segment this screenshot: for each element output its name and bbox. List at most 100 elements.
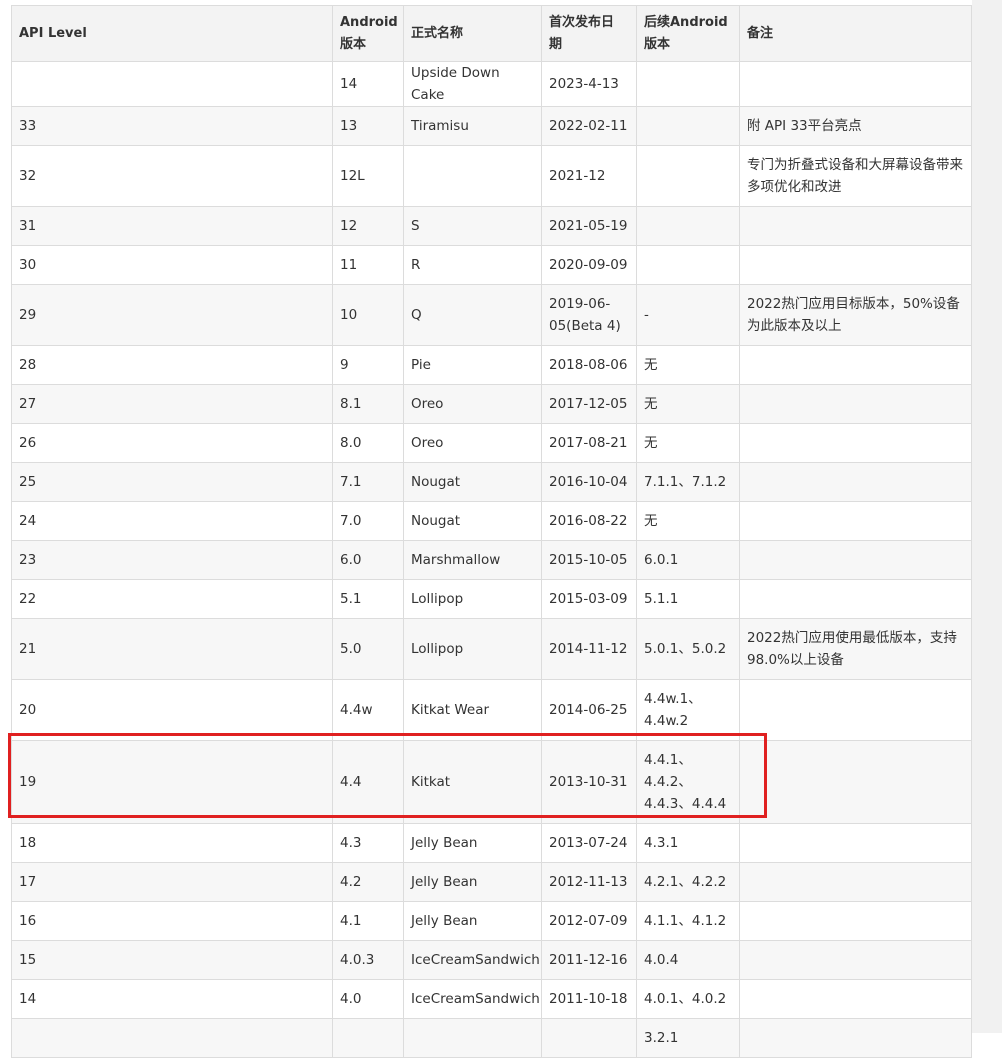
table-row: 14 Upside Down Cake 2023-4-13 xyxy=(11,61,972,107)
table-row: 28 9 Pie 2018-08-06 无 xyxy=(11,345,972,385)
cell-official-name: Nougat xyxy=(403,501,542,541)
cell-later-versions: - xyxy=(636,284,740,346)
cell-android-version: 12 xyxy=(332,206,404,246)
table-header-row: API Level Android 版本 正式名称 首次发布日 期 后续Andr… xyxy=(11,5,972,62)
cell-official-name: Q xyxy=(403,284,542,346)
table-row: 3.2.1 xyxy=(11,1018,972,1058)
cell-android-version: 9 xyxy=(332,345,404,385)
cell-official-name: IceCreamSandwich xyxy=(403,940,542,980)
cell-official-name xyxy=(403,145,542,207)
cell-notes xyxy=(739,579,972,619)
cell-later-versions: 无 xyxy=(636,501,740,541)
table-row: 27 8.1 Oreo 2017-12-05 无 xyxy=(11,384,972,424)
cell-official-name: R xyxy=(403,245,542,285)
cell-release-date: 2017-08-21 xyxy=(541,423,637,463)
cell-release-date: 2019-06-05(Beta 4) xyxy=(541,284,637,346)
cell-api-level: 21 xyxy=(11,618,333,680)
cell-notes: 2022热门应用目标版本，50%设备为此版本及以上 xyxy=(739,284,972,346)
cell-notes: 专门为折叠式设备和大屏幕设备带来多项优化和改进 xyxy=(739,145,972,207)
cell-official-name: Jelly Bean xyxy=(403,823,542,863)
cell-release-date: 2011-10-18 xyxy=(541,979,637,1019)
cell-android-version: 4.4w xyxy=(332,679,404,741)
cell-android-version: 4.3 xyxy=(332,823,404,863)
table-row: 18 4.3 Jelly Bean 2013-07-24 4.3.1 xyxy=(11,823,972,863)
cell-api-level: 30 xyxy=(11,245,333,285)
scrollbar-track[interactable] xyxy=(972,0,1002,1033)
cell-notes xyxy=(739,901,972,941)
cell-android-version: 10 xyxy=(332,284,404,346)
cell-release-date: 2022-02-11 xyxy=(541,106,637,146)
table-row: 30 11 R 2020-09-09 xyxy=(11,245,972,285)
cell-later-versions xyxy=(636,206,740,246)
cell-android-version: 11 xyxy=(332,245,404,285)
cell-notes xyxy=(739,1018,972,1058)
cell-later-versions: 3.2.1 xyxy=(636,1018,740,1058)
table-row: 19 4.4 Kitkat 2013-10-31 4.4.1、4.4.2、4.4.3、4… xyxy=(11,740,972,824)
cell-later-versions xyxy=(636,245,740,285)
cell-api-level: 26 xyxy=(11,423,333,463)
cell-later-versions: 4.4.1、4.4.2、4.4.3、4.4.4 xyxy=(636,740,740,824)
table-row: 32 12L 2021-12 专门为折叠式设备和大屏幕设备带来多项优化和改进 xyxy=(11,145,972,207)
cell-api-level: 18 xyxy=(11,823,333,863)
cell-api-level: 19 xyxy=(11,740,333,824)
cell-api-level xyxy=(11,61,333,107)
cell-api-level: 14 xyxy=(11,979,333,1019)
cell-later-versions: 4.0.1、4.0.2 xyxy=(636,979,740,1019)
header-release-date: 首次发布日 期 xyxy=(541,5,637,62)
cell-release-date: 2021-05-19 xyxy=(541,206,637,246)
cell-official-name: Lollipop xyxy=(403,618,542,680)
cell-android-version: 13 xyxy=(332,106,404,146)
cell-release-date: 2015-03-09 xyxy=(541,579,637,619)
cell-official-name xyxy=(403,1018,542,1058)
cell-android-version: 8.0 xyxy=(332,423,404,463)
cell-later-versions xyxy=(636,106,740,146)
cell-official-name: Kitkat xyxy=(403,740,542,824)
android-api-table: API Level Android 版本 正式名称 首次发布日 期 后续Andr… xyxy=(11,5,972,1058)
cell-release-date: 2013-10-31 xyxy=(541,740,637,824)
cell-api-level xyxy=(11,1018,333,1058)
cell-official-name: Tiramisu xyxy=(403,106,542,146)
cell-release-date: 2012-07-09 xyxy=(541,901,637,941)
header-android-version: Android 版本 xyxy=(332,5,404,62)
cell-android-version: 4.0.3 xyxy=(332,940,404,980)
cell-api-level: 29 xyxy=(11,284,333,346)
cell-official-name: Oreo xyxy=(403,423,542,463)
cell-official-name: Nougat xyxy=(403,462,542,502)
cell-later-versions: 7.1.1、7.1.2 xyxy=(636,462,740,502)
cell-notes xyxy=(739,61,972,107)
cell-android-version: 4.1 xyxy=(332,901,404,941)
cell-official-name: Oreo xyxy=(403,384,542,424)
table-row: 14 4.0 IceCreamSandwich 2011-10-18 4.0.1、4.0… xyxy=(11,979,972,1019)
cell-later-versions: 无 xyxy=(636,423,740,463)
cell-release-date: 2023-4-13 xyxy=(541,61,637,107)
cell-notes xyxy=(739,345,972,385)
table-row: 26 8.0 Oreo 2017-08-21 无 xyxy=(11,423,972,463)
cell-android-version: 5.1 xyxy=(332,579,404,619)
cell-api-level: 20 xyxy=(11,679,333,741)
cell-notes: 2022热门应用使用最低版本，支持98.0%以上设备 xyxy=(739,618,972,680)
cell-official-name: Pie xyxy=(403,345,542,385)
cell-later-versions: 5.1.1 xyxy=(636,579,740,619)
cell-api-level: 15 xyxy=(11,940,333,980)
cell-notes xyxy=(739,501,972,541)
cell-later-versions xyxy=(636,145,740,207)
cell-release-date: 2015-10-05 xyxy=(541,540,637,580)
cell-notes xyxy=(739,245,972,285)
cell-notes xyxy=(739,862,972,902)
cell-notes xyxy=(739,940,972,980)
cell-official-name: Lollipop xyxy=(403,579,542,619)
cell-android-version: 4.0 xyxy=(332,979,404,1019)
cell-android-version: 4.4 xyxy=(332,740,404,824)
cell-release-date: 2020-09-09 xyxy=(541,245,637,285)
cell-later-versions: 6.0.1 xyxy=(636,540,740,580)
cell-later-versions xyxy=(636,61,740,107)
cell-official-name: Upside Down Cake xyxy=(403,61,542,107)
cell-official-name: S xyxy=(403,206,542,246)
table-row: 31 12 S 2021-05-19 xyxy=(11,206,972,246)
cell-later-versions: 无 xyxy=(636,345,740,385)
cell-release-date: 2016-08-22 xyxy=(541,501,637,541)
table-row: 24 7.0 Nougat 2016-08-22 无 xyxy=(11,501,972,541)
cell-android-version: 7.0 xyxy=(332,501,404,541)
cell-release-date: 2014-11-12 xyxy=(541,618,637,680)
cell-later-versions: 4.3.1 xyxy=(636,823,740,863)
